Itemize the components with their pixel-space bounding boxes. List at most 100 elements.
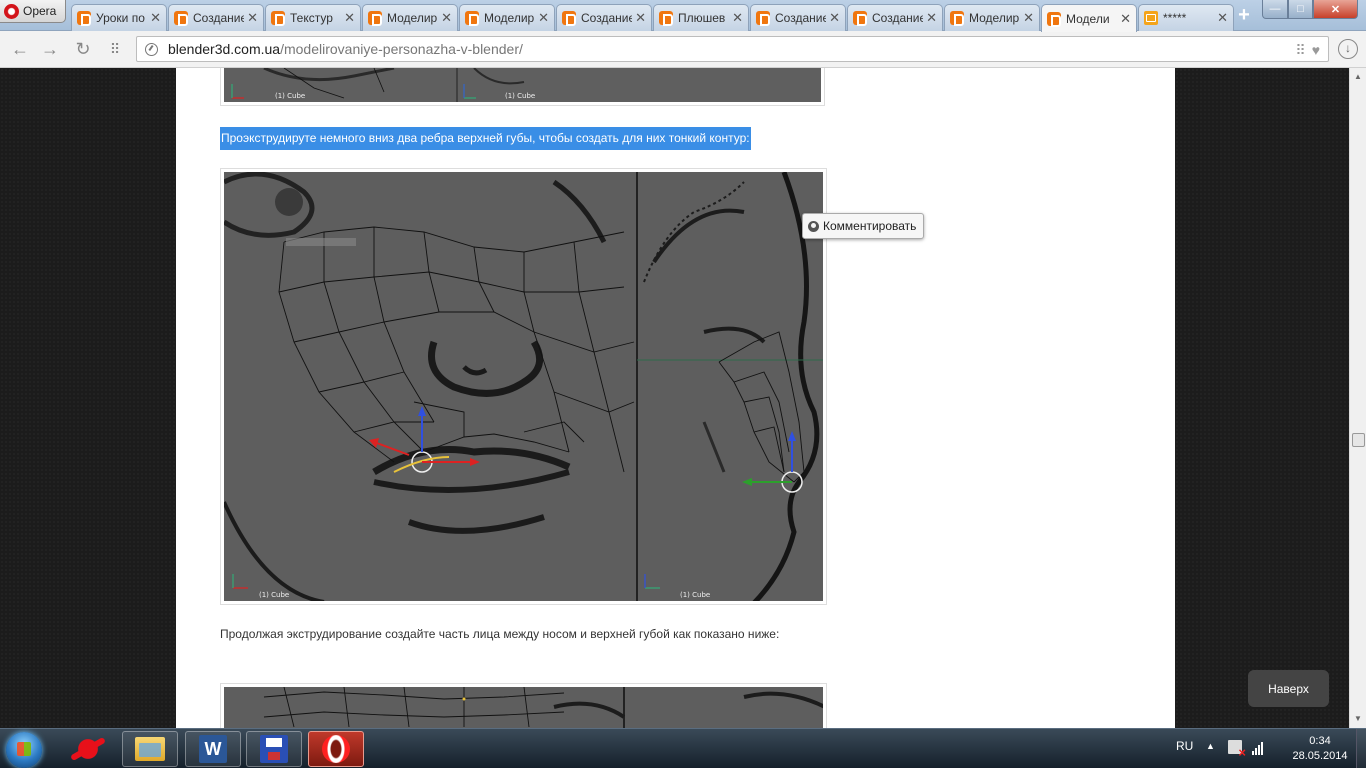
taskbar-app-active[interactable] (308, 731, 364, 767)
tutorial-image-top: (1) Cube (1) Cube (220, 68, 825, 106)
close-tab-icon[interactable]: ✕ (150, 10, 161, 26)
action-center-icon[interactable] (1228, 740, 1246, 760)
tab-title: Моделир (387, 11, 438, 25)
save-app-icon (260, 735, 288, 763)
download-icon[interactable]: ↓ (1338, 39, 1358, 59)
close-tab-icon[interactable]: ✕ (344, 10, 355, 26)
blender-icon (271, 11, 285, 26)
viewport-label: (1) Cube (680, 591, 711, 599)
browser-toolbar: ← → ↻ ⠿ blender3d.com.ua/modelirovaniye-… (0, 31, 1366, 68)
forward-icon[interactable]: → (39, 39, 61, 61)
splat-app-icon (73, 734, 103, 764)
browser-tab[interactable]: Моделир ✕ (459, 4, 555, 31)
opera-menu-label: Opera (23, 4, 57, 18)
close-tab-icon[interactable]: ✕ (441, 10, 452, 26)
web-page: (1) Cube (1) Cube Проэкструдируте немног… (0, 68, 1349, 728)
browser-tab[interactable]: Уроки по ✕ (71, 4, 167, 31)
blender-icon (1047, 11, 1061, 27)
blender-icon (659, 11, 673, 26)
close-tab-icon[interactable]: ✕ (247, 10, 258, 26)
system-clock[interactable]: 0:34 28.05.2014 (1290, 734, 1350, 764)
browser-tab[interactable]: Создание ✕ (168, 4, 264, 31)
browser-tab[interactable]: Плюшев ✕ (653, 4, 749, 31)
browser-tab[interactable]: Текстур ✕ (265, 4, 361, 31)
language-indicator[interactable]: RU (1176, 739, 1193, 753)
close-tab-icon[interactable]: ✕ (732, 10, 743, 26)
viewport-label: (1) Cube (259, 591, 290, 599)
tab-title: Моделир (969, 11, 1020, 25)
scroll-up-icon[interactable]: ▲ (1350, 70, 1366, 84)
address-bar[interactable]: blender3d.com.ua/modelirovaniye-personaz… (136, 36, 1329, 62)
browser-tab-active[interactable]: Модели ✕ (1041, 4, 1137, 32)
page-background-right (1175, 68, 1349, 728)
site-info-icon[interactable] (145, 42, 158, 56)
blender-viewport-image (224, 687, 823, 728)
article-content: (1) Cube (1) Cube Проэкструдируте немног… (176, 68, 1175, 728)
start-button[interactable] (6, 732, 42, 768)
taskbar-app[interactable] (246, 731, 302, 767)
blender-icon (853, 11, 867, 26)
taskbar-app[interactable] (60, 731, 116, 767)
opera-menu-button[interactable]: Opera (0, 0, 66, 23)
show-desktop-button[interactable] (1356, 729, 1366, 768)
minimize-button[interactable]: — (1262, 0, 1288, 19)
blender-icon (950, 11, 964, 26)
blender-viewport-image: (1) Cube (1) Cube (224, 68, 821, 102)
browser-tab[interactable]: Создание ✕ (750, 4, 846, 31)
tutorial-image-bottom (220, 683, 827, 728)
page-background-left (0, 68, 176, 728)
explorer-icon (135, 737, 165, 761)
heart-icon[interactable]: ♥ (1312, 42, 1320, 59)
viewport-label: (1) Cube (505, 92, 536, 100)
viewport-label: (1) Cube (275, 92, 306, 100)
mail-icon (1144, 11, 1158, 25)
show-hidden-icons-icon[interactable]: ▲ (1206, 741, 1215, 751)
browser-tab[interactable]: ***** ✕ (1138, 4, 1234, 31)
close-tab-icon[interactable]: ✕ (635, 10, 646, 26)
taskbar-app[interactable] (122, 731, 178, 767)
article-paragraph: Продолжая экструдирование создайте часть… (220, 627, 780, 641)
close-tab-icon[interactable]: ✕ (1217, 10, 1228, 26)
close-tab-icon[interactable]: ✕ (829, 10, 840, 26)
windows-taskbar: W RU ▲ 0:34 28.05.2014 (0, 728, 1366, 768)
browser-tab[interactable]: Моделир ✕ (944, 4, 1040, 31)
taskbar-app[interactable]: W (185, 731, 241, 767)
speed-dial-icon[interactable]: ⠿ (104, 39, 126, 61)
close-tab-icon[interactable]: ✕ (538, 10, 549, 26)
url-path: /modelirovaniye-personazha-v-blender/ (280, 41, 523, 57)
tab-title: Модели (1066, 11, 1110, 26)
back-to-top-button[interactable]: Наверх (1248, 670, 1329, 707)
blender-icon (77, 11, 91, 26)
blender-icon (465, 11, 479, 26)
close-window-button[interactable]: ✕ (1313, 0, 1358, 19)
browser-tab[interactable]: Моделир ✕ (362, 4, 458, 31)
tab-title: ***** (1163, 11, 1187, 25)
blender-viewport-image: (1) Cube (1) Cube (224, 172, 823, 601)
comment-popup-button[interactable]: Комментировать (802, 213, 925, 239)
clock-time: 0:34 (1309, 735, 1331, 747)
close-tab-icon[interactable]: ✕ (1120, 11, 1131, 27)
tab-title: Создание (193, 11, 245, 25)
blender-icon (368, 11, 382, 26)
close-tab-icon[interactable]: ✕ (1023, 10, 1034, 26)
scroll-down-icon[interactable]: ▼ (1350, 712, 1366, 726)
blender-icon (562, 11, 576, 26)
network-signal-icon[interactable] (1252, 741, 1263, 755)
close-tab-icon[interactable]: ✕ (926, 10, 937, 26)
blender-icon (174, 11, 188, 26)
browser-tab[interactable]: Создание ✕ (556, 4, 652, 31)
opera-logo-icon (4, 3, 19, 19)
back-icon[interactable]: ← (9, 39, 31, 61)
reload-icon[interactable]: ↻ (72, 39, 94, 61)
page-scrollbar[interactable]: ▲ ▼ (1349, 68, 1366, 728)
grid-icon[interactable]: ⠿ (1295, 42, 1305, 59)
tab-strip: Opera Уроки по ✕ Создание ✕ Текстур ✕ Мо… (0, 0, 1366, 32)
browser-tab[interactable]: Создание ✕ (847, 4, 943, 31)
maximize-button[interactable]: □ (1288, 0, 1313, 19)
new-tab-button[interactable]: + (1234, 5, 1254, 26)
tab-title: Создание (775, 11, 827, 25)
scrollbar-thumb[interactable] (1352, 433, 1365, 447)
address-actions: ⠿ ♥ (1295, 42, 1320, 59)
clock-date: 28.05.2014 (1292, 750, 1348, 762)
comment-popup-label: Комментировать (823, 219, 917, 233)
